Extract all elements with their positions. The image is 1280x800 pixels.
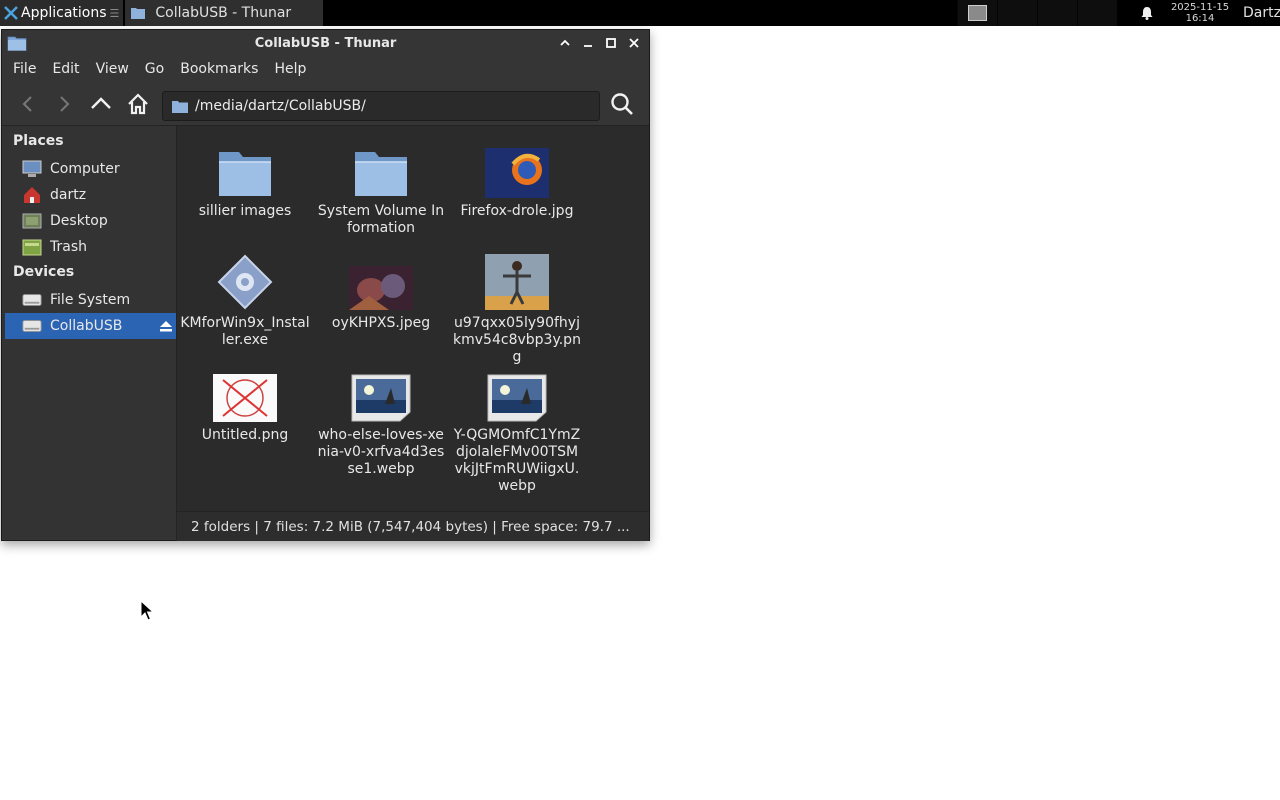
file-item-sillier-images[interactable]: sillier images xyxy=(177,134,313,220)
applications-menu-button[interactable]: Applications ☰ xyxy=(0,0,124,26)
search-icon xyxy=(611,93,633,115)
sidebar-item-collabusb[interactable]: CollabUSB xyxy=(5,313,176,339)
applications-label: Applications xyxy=(21,5,107,21)
file-name: Y-QGMOmfC1YmZdjolaleFMv00TSMvkjJtFmRUWii… xyxy=(453,427,581,494)
file-item-kmforwin9x-installer[interactable]: KMforWin9x_Installer.exe xyxy=(177,246,313,349)
taskbar-window-button[interactable]: CollabUSB - Thunar xyxy=(125,0,324,26)
title-bar[interactable]: CollabUSB - Thunar xyxy=(2,30,649,56)
trash-icon xyxy=(22,238,42,256)
menu-view[interactable]: View xyxy=(96,61,129,77)
image-thumbnail-icon xyxy=(213,374,277,422)
sidebar-item-label: Computer xyxy=(50,161,120,177)
folder-icon xyxy=(131,8,146,19)
home-button[interactable] xyxy=(126,92,150,116)
workspace-2[interactable] xyxy=(997,0,1037,26)
forward-button[interactable] xyxy=(52,92,76,116)
menu-bar: File Edit View Go Bookmarks Help xyxy=(2,56,649,82)
arrow-right-icon xyxy=(60,96,70,112)
menu-go[interactable]: Go xyxy=(145,61,164,77)
image-thumbnail-icon xyxy=(349,266,413,310)
sidebar-item-dartz[interactable]: dartz xyxy=(2,182,176,208)
up-button[interactable] xyxy=(89,92,113,116)
sidebar-item-label: dartz xyxy=(50,187,87,203)
file-item-firefox-drole[interactable]: Firefox-drole.jpg xyxy=(449,134,585,220)
mouse-pointer-icon xyxy=(140,600,154,621)
file-item-system-volume-information[interactable]: System Volume Information xyxy=(313,134,449,237)
close-button[interactable] xyxy=(622,34,645,52)
file-view: sillier images System Volume Information… xyxy=(176,125,649,511)
sidebar-item-label: Desktop xyxy=(50,213,108,229)
workspace-3[interactable] xyxy=(1037,0,1077,26)
firefox-image-thumbnail-icon xyxy=(485,148,549,198)
file-name: sillier images xyxy=(198,203,292,219)
home-folder-icon xyxy=(22,186,42,204)
sidebar-item-label: Trash xyxy=(50,239,87,255)
workspace-4[interactable] xyxy=(1077,0,1117,26)
user-menu[interactable]: Dartz xyxy=(1243,5,1280,21)
file-name: Firefox-drole.jpg xyxy=(460,203,574,219)
clock-date: 2025-11-15 xyxy=(1170,2,1230,13)
sidebar-item-label: File System xyxy=(50,292,131,308)
shade-button[interactable] xyxy=(553,34,576,52)
search-button[interactable] xyxy=(610,92,634,116)
folder-icon xyxy=(172,100,188,113)
clock-time: 16:14 xyxy=(1185,13,1215,24)
clock[interactable]: 2025-11-15 16:14 xyxy=(1165,2,1235,24)
applications-menu-icon: ☰ xyxy=(109,6,120,20)
file-name: Untitled.png xyxy=(201,427,289,443)
file-item-u97qxx05[interactable]: u97qxx05ly90fhyjkmv54c8vbp3y.png xyxy=(449,246,585,366)
image-thumbnail-icon xyxy=(485,254,549,310)
taskbar-window-title: CollabUSB - Thunar xyxy=(155,5,292,21)
folder-icon xyxy=(219,152,271,196)
arrow-up-icon xyxy=(91,97,111,109)
file-item-y-qgmomfc1[interactable]: Y-QGMOmfC1YmZdjolaleFMv00TSMvkjJtFmRUWii… xyxy=(449,358,585,495)
menu-bookmarks[interactable]: Bookmarks xyxy=(180,61,258,77)
notification-bell-icon[interactable] xyxy=(1129,0,1165,26)
minimize-button[interactable] xyxy=(576,34,599,52)
menu-edit[interactable]: Edit xyxy=(52,61,79,77)
menu-help[interactable]: Help xyxy=(274,61,306,77)
status-bar: 2 folders | 7 files: 7.2 MiB (7,547,404 … xyxy=(176,511,649,541)
file-item-oykhpxs[interactable]: oyKHPXS.jpeg xyxy=(313,246,449,332)
location-bar[interactable]: /media/dartz/CollabUSB/ xyxy=(162,91,600,121)
xfce-logo-icon xyxy=(4,6,18,20)
sidebar-item-label: CollabUSB xyxy=(50,318,123,334)
usb-drive-icon xyxy=(22,317,42,335)
sidebar-item-trash[interactable]: Trash xyxy=(2,234,176,260)
drive-icon xyxy=(22,291,42,309)
location-path: /media/dartz/CollabUSB/ xyxy=(195,98,366,114)
devices-header: Devices xyxy=(13,264,75,280)
computer-icon xyxy=(22,160,42,178)
toolbar: /media/dartz/CollabUSB/ xyxy=(2,82,649,126)
back-button[interactable] xyxy=(16,92,40,116)
menu-file[interactable]: File xyxy=(13,61,36,77)
workspace-1[interactable] xyxy=(957,0,997,26)
file-manager-window: CollabUSB - Thunar File Edit View Go Boo… xyxy=(1,29,650,541)
window-title: CollabUSB - Thunar xyxy=(254,36,397,51)
file-item-who-else-loves-xenia[interactable]: who-else-loves-xenia-v0-xrfva4d3esse1.we… xyxy=(313,358,449,478)
generic-image-icon xyxy=(487,374,547,422)
file-name: KMforWin9x_Installer.exe xyxy=(180,315,310,348)
executable-icon xyxy=(217,254,273,310)
sidebar-item-file-system[interactable]: File System xyxy=(2,287,176,313)
maximize-button[interactable] xyxy=(599,34,622,52)
file-name: oyKHPXS.jpeg xyxy=(331,315,431,331)
sidebar-item-computer[interactable]: Computer xyxy=(2,156,176,182)
desktop-icon xyxy=(22,212,42,230)
places-header: Places xyxy=(13,133,64,149)
file-name: System Volume Information xyxy=(317,203,445,236)
generic-image-icon xyxy=(351,374,411,422)
eject-icon[interactable] xyxy=(159,319,173,333)
sidebar: Places Computer dartz Desktop Trash Devi… xyxy=(2,125,176,539)
folder-icon xyxy=(355,152,407,196)
top-panel: Applications ☰ CollabUSB - Thunar 2025-1… xyxy=(0,0,1280,26)
file-item-untitled[interactable]: Untitled.png xyxy=(177,358,313,444)
sidebar-item-desktop[interactable]: Desktop xyxy=(2,208,176,234)
home-icon xyxy=(128,93,148,115)
file-name: who-else-loves-xenia-v0-xrfva4d3esse1.we… xyxy=(317,427,445,477)
arrow-left-icon xyxy=(22,96,32,112)
